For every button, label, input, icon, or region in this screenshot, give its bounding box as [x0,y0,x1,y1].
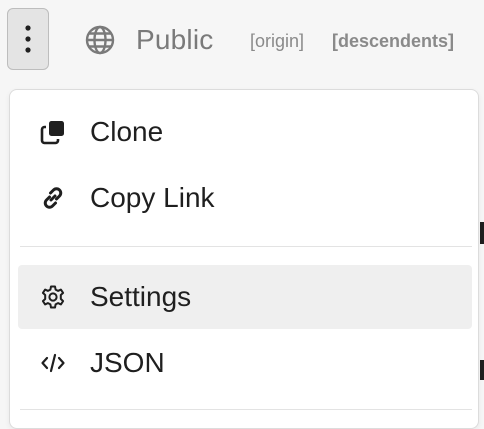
code-icon [41,353,65,373]
menu-item-label: Settings [90,281,192,312]
globe-icon [85,25,115,55]
background-content-edge [480,360,484,380]
menu-item-json[interactable]: JSON [18,331,472,395]
menu-item-clone[interactable]: Clone [18,100,472,164]
menu-item-copy-link[interactable]: Copy Link [18,166,472,230]
vertical-ellipsis-icon [25,25,31,53]
menu-item-label: Clone [90,116,164,147]
toolbar: Public [origin] [descendents] [0,0,484,82]
background-content-edge [480,222,484,244]
menu-divider [20,409,472,410]
visibility-label[interactable]: Public [136,22,213,58]
origin-link[interactable]: [origin] [250,30,304,52]
descendents-link[interactable]: [descendents] [332,30,454,52]
clone-icon [40,121,64,145]
menu-item-label: Copy Link [90,182,215,213]
context-menu: Clone Copy Link Settings JSON [9,89,479,429]
more-options-button[interactable] [7,8,49,70]
menu-item-settings[interactable]: Settings [18,265,472,329]
menu-divider [20,246,472,247]
link-icon [43,187,63,209]
menu-item-label: JSON [90,347,165,378]
gear-icon [41,285,65,309]
